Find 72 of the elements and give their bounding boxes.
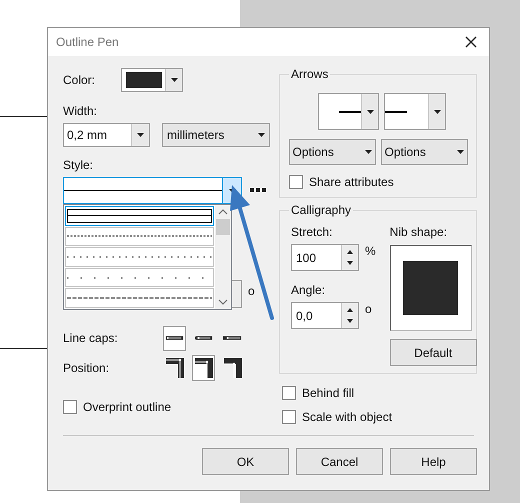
units-dropdown[interactable]: millimeters: [162, 123, 270, 147]
line-cap-icon: [164, 336, 185, 340]
up-icon[interactable]: [347, 308, 353, 312]
caret-icon: [456, 150, 464, 154]
width-value: 0,2 mm: [66, 127, 108, 144]
caret-icon: [364, 150, 372, 154]
more-icon[interactable]: [250, 188, 267, 193]
scrollbar[interactable]: [215, 205, 231, 309]
group-title: Calligraphy: [289, 203, 354, 217]
style-label: Style:: [63, 157, 94, 174]
corner-icon: [194, 358, 212, 378]
checkbox-label: Overprint outline: [83, 399, 172, 416]
scrollbar-thumb[interactable]: [216, 219, 230, 235]
checkbox-label: Behind fill: [302, 385, 354, 402]
width-combo[interactable]: 0,2 mm: [63, 123, 150, 147]
corner-icon: [224, 358, 242, 378]
width-label: Width:: [63, 103, 98, 120]
unit-label: %: [365, 244, 376, 258]
position-button[interactable]: [192, 355, 215, 381]
default-button[interactable]: Default: [390, 339, 477, 366]
spin-field[interactable]: 100: [291, 244, 359, 271]
line-cap-button[interactable]: [163, 326, 186, 350]
options-dropdown[interactable]: Options: [288, 139, 376, 165]
dialog-button[interactable]: Cancel: [296, 448, 383, 475]
dialog-button[interactable]: OK: [202, 448, 289, 475]
degree-label: o: [248, 284, 255, 298]
dialog-button[interactable]: Help: [390, 448, 477, 475]
checkbox-label: Scale with object: [302, 409, 392, 426]
spin-field[interactable]: 0,0: [291, 302, 359, 329]
group-title: Arrows: [289, 67, 330, 81]
color-picker[interactable]: [121, 68, 183, 92]
angle-label: Angle:: [291, 282, 326, 299]
dashed-line-icon: [67, 297, 212, 300]
dashed-line-icon: [67, 235, 212, 238]
style-combo[interactable]: [63, 177, 242, 204]
down-icon[interactable]: [347, 260, 353, 265]
end-arrow-picker[interactable]: [384, 93, 446, 130]
color-label: Color:: [63, 72, 96, 89]
caret-icon: [137, 133, 144, 137]
line-cap-icon: [193, 336, 214, 340]
position-label: Position:: [63, 360, 110, 377]
nib-shape-label: Nib shape:: [390, 224, 448, 241]
checkbox[interactable]: [63, 400, 77, 414]
unit-label: o: [365, 302, 372, 316]
close-icon[interactable]: [465, 36, 477, 48]
line-cap-icon: [222, 336, 243, 340]
field-value: 0,0: [295, 308, 314, 324]
scroll-up-icon[interactable]: [218, 209, 228, 215]
window-title: Outline Pen: [56, 34, 119, 51]
line-style-option[interactable]: [65, 288, 214, 308]
caret-icon: [434, 110, 440, 114]
field-value: 100: [295, 250, 318, 266]
corner-icon: [166, 358, 184, 378]
checkbox-label: Share attributes: [309, 174, 394, 191]
line-style-option[interactable]: [65, 206, 214, 226]
position-button[interactable]: [163, 355, 186, 381]
up-icon[interactable]: [347, 250, 353, 254]
line-style-option[interactable]: [65, 226, 214, 246]
caret-icon: [366, 110, 374, 114]
checkbox[interactable]: [282, 410, 296, 424]
caret-icon: [170, 78, 178, 82]
down-icon[interactable]: [347, 318, 353, 323]
start-arrow-picker[interactable]: [318, 93, 379, 130]
stretch-label: Stretch:: [291, 224, 334, 241]
checkbox[interactable]: [282, 386, 296, 400]
nib-square-icon: [403, 261, 458, 315]
line-caps-label: Line caps:: [63, 330, 119, 347]
position-button[interactable]: [221, 355, 244, 381]
checkbox[interactable]: [289, 175, 303, 189]
options-dropdown[interactable]: Options: [380, 139, 468, 165]
scroll-down-icon[interactable]: [218, 299, 228, 305]
caret-icon: [258, 133, 265, 137]
